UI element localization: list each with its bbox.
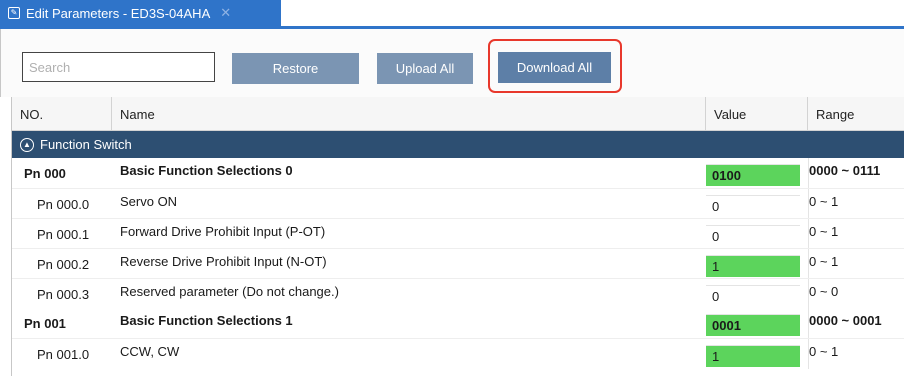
toolbar: Restore Upload All Download All <box>0 29 904 97</box>
upload-all-button[interactable]: Upload All <box>377 53 473 84</box>
param-name: Reserved parameter (Do not change.) <box>120 284 339 299</box>
param-name: Basic Function Selections 1 <box>120 313 293 328</box>
column-header-no[interactable]: NO. <box>12 97 112 131</box>
search-input[interactable] <box>22 52 215 82</box>
param-number: Pn 000.1 <box>37 226 90 242</box>
param-number: Pn 000.0 <box>37 196 90 212</box>
param-value-field[interactable]: 0100 <box>706 164 800 186</box>
param-name: Basic Function Selections 0 <box>120 163 293 178</box>
param-number: Pn 000 <box>24 165 66 181</box>
table-row[interactable]: Pn 000.1 Forward Drive Prohibit Input (P-… <box>12 218 904 249</box>
param-value-field[interactable]: 0 <box>706 225 800 247</box>
table-row[interactable]: Pn 000.0 Servo ON 0 0 ~ 1 <box>12 188 904 219</box>
download-all-button[interactable]: Download All <box>498 52 611 83</box>
param-range: 0 ~ 1 <box>808 189 904 219</box>
param-range: 0 ~ 1 <box>808 249 904 279</box>
grid-header: NO. Name Value Range <box>12 97 904 131</box>
table-row[interactable]: Pn 000 Basic Function Selections 0 0100 000… <box>12 158 904 188</box>
tab-edit-parameters[interactable]: ✎ Edit Parameters - ED3S-04AHA ✕ <box>0 0 281 26</box>
parameter-grid: NO. Name Value Range ▲ Function Switch P… <box>11 97 904 376</box>
param-name: Reverse Drive Prohibit Input (N-OT) <box>120 254 327 269</box>
tab-strip: ✎ Edit Parameters - ED3S-04AHA ✕ <box>0 0 904 26</box>
param-value-field[interactable]: 1 <box>706 255 800 277</box>
param-name: Servo ON <box>120 194 178 209</box>
param-value-field[interactable]: 0 <box>706 195 800 217</box>
param-name: CCW, CW <box>120 344 180 359</box>
edit-document-icon: ✎ <box>8 7 20 19</box>
table-row[interactable]: Pn 001.0 CCW, CW 1 0 ~ 1 <box>12 338 904 369</box>
restore-button[interactable]: Restore <box>232 53 359 84</box>
param-value-field[interactable]: 0001 <box>706 314 800 336</box>
column-header-name[interactable]: Name <box>112 97 706 131</box>
param-range: 0000 ~ 0111 <box>808 158 904 188</box>
column-header-range[interactable]: Range <box>808 97 904 131</box>
circle-chevron-up-icon[interactable]: ▲ <box>20 137 34 152</box>
param-value-field[interactable]: 1 <box>706 345 800 367</box>
group-label: Function Switch <box>40 137 132 152</box>
param-number: Pn 000.3 <box>37 286 90 302</box>
param-range: 0000 ~ 0001 <box>808 308 904 338</box>
param-name: Forward Drive Prohibit Input (P-OT) <box>120 224 326 239</box>
param-value-field[interactable]: 0 <box>706 285 800 307</box>
param-range: 0 ~ 1 <box>808 219 904 249</box>
column-header-value[interactable]: Value <box>706 97 808 131</box>
table-row[interactable]: Pn 000.2 Reverse Drive Prohibit Input (N-… <box>12 248 904 279</box>
tab-title: Edit Parameters - ED3S-04AHA <box>26 5 211 21</box>
close-icon[interactable]: ✕ <box>220 5 231 21</box>
group-function-switch[interactable]: ▲ Function Switch <box>12 131 904 158</box>
param-range: 0 ~ 1 <box>808 339 904 369</box>
param-number: Pn 001 <box>24 315 66 331</box>
param-number: Pn 000.2 <box>37 256 90 272</box>
param-number: Pn 001.0 <box>37 346 90 362</box>
table-row[interactable]: Pn 000.3 Reserved parameter (Do not chang… <box>12 278 904 309</box>
param-range: 0 ~ 0 <box>808 279 904 309</box>
table-row[interactable]: Pn 001 Basic Function Selections 1 0001 000… <box>12 308 904 338</box>
